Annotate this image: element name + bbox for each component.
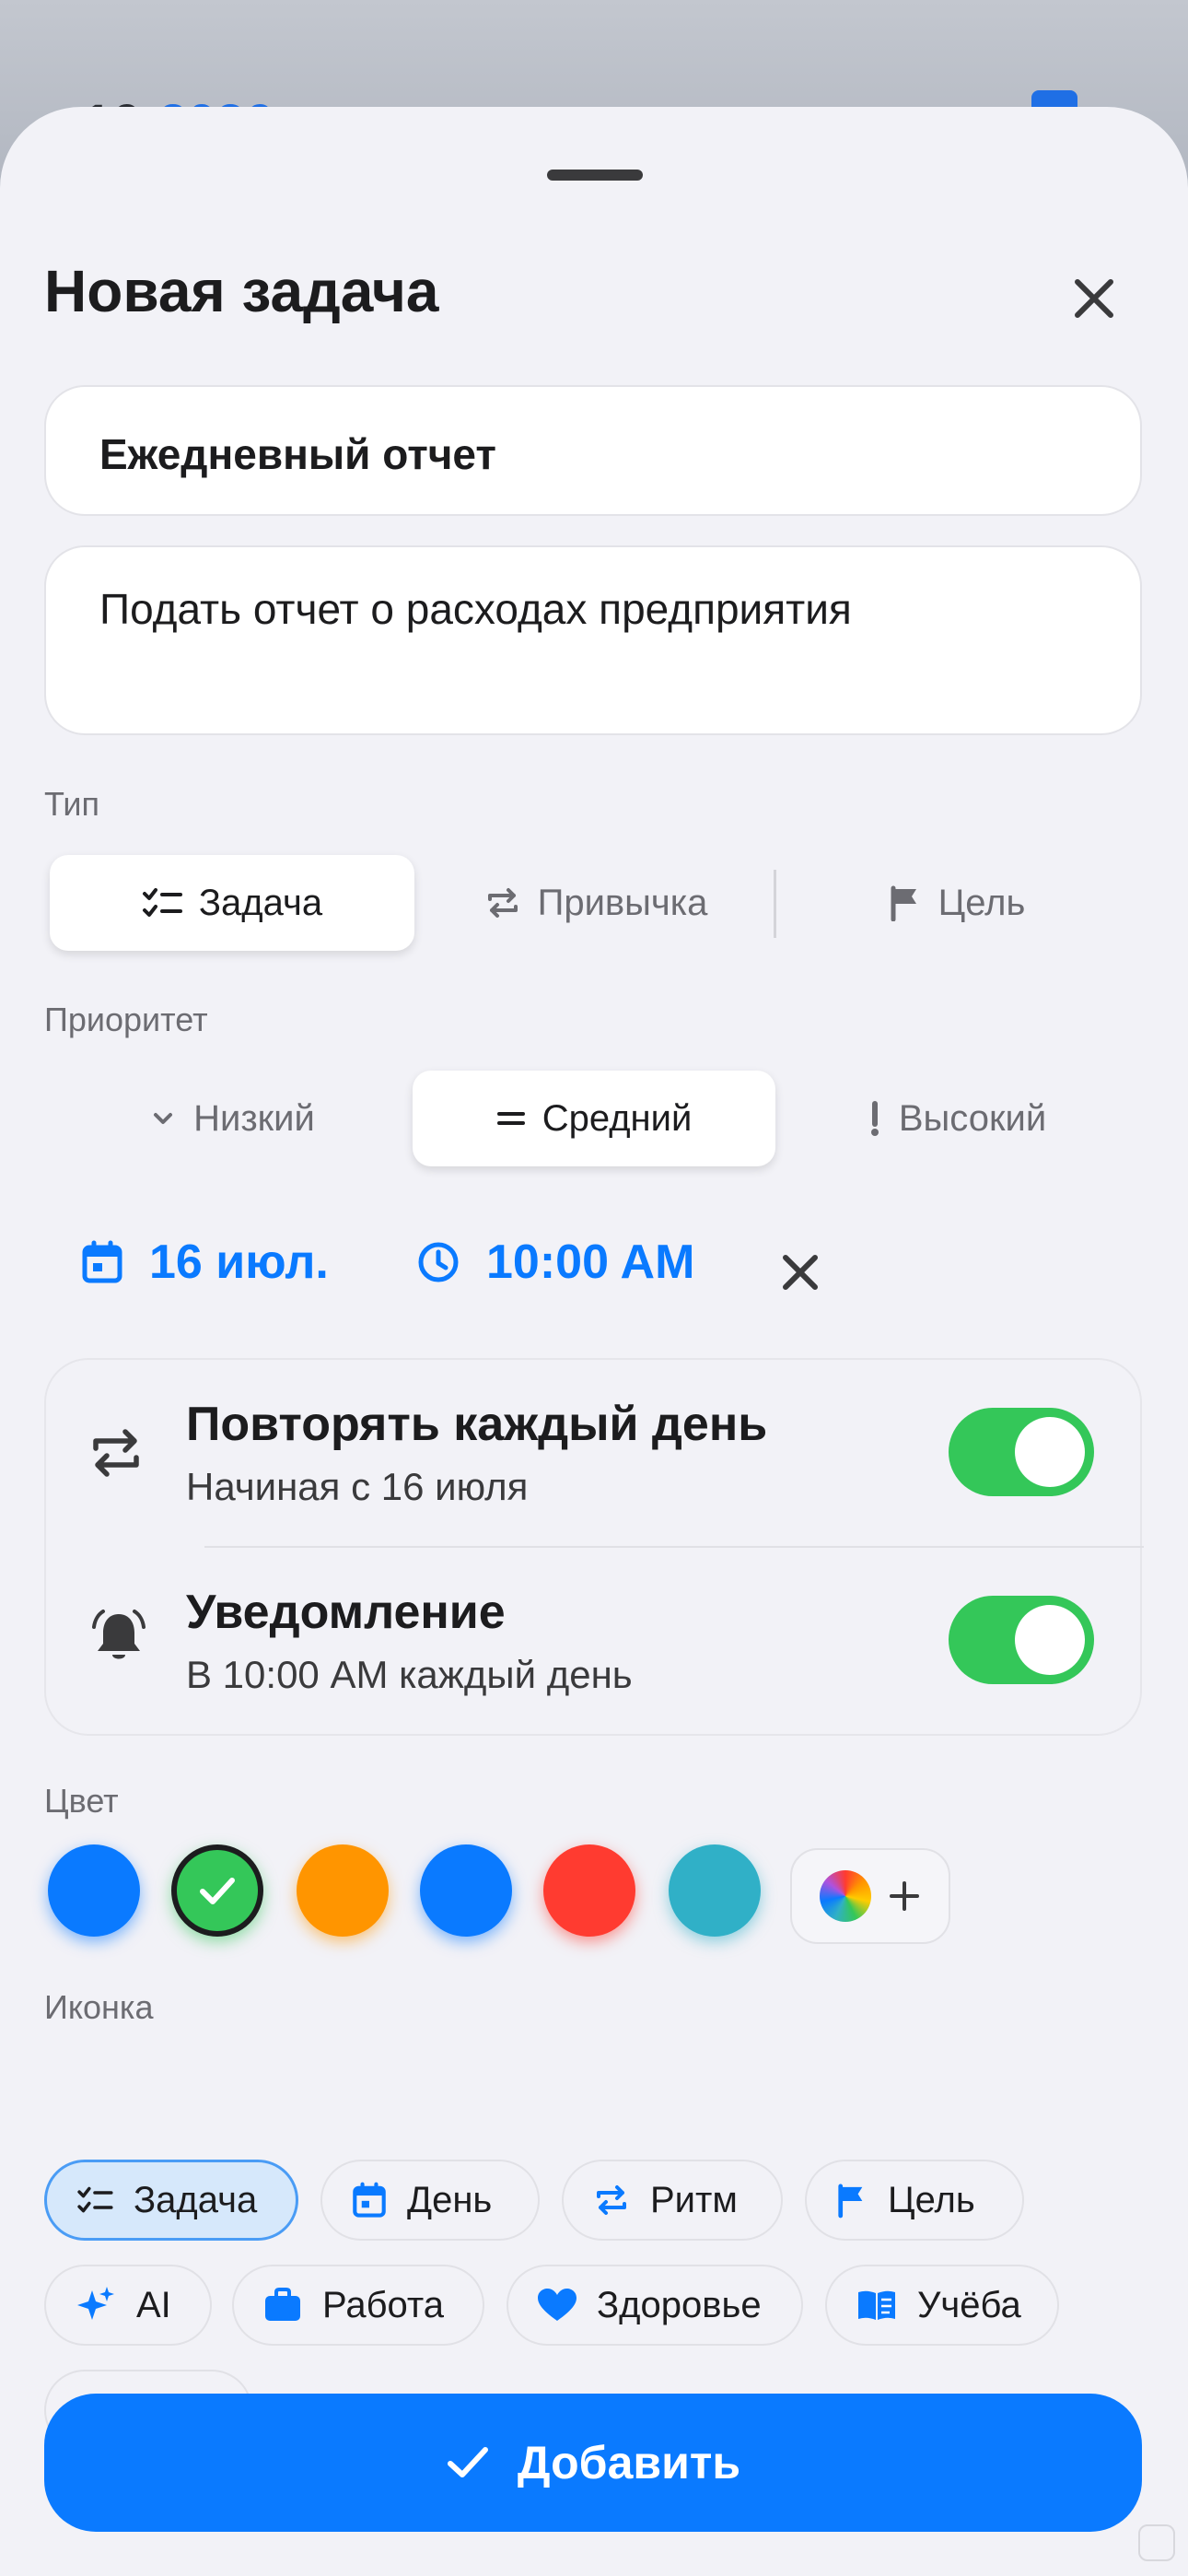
- icon-chip-label: Работа: [322, 2284, 444, 2325]
- heart-icon: [538, 2288, 577, 2323]
- color-swatch[interactable]: [48, 1844, 140, 1937]
- segment-divider: [774, 870, 776, 938]
- icon-chip-label: Цель: [888, 2179, 975, 2220]
- exclamation-icon: [870, 1101, 879, 1136]
- calendar-icon: [352, 2182, 387, 2219]
- date-value: 16 июл.: [149, 1235, 329, 1289]
- icon-chip-label: AI: [136, 2284, 171, 2325]
- clear-schedule-button[interactable]: [774, 1246, 827, 1299]
- checklist-icon: [142, 888, 182, 917]
- icon-chip-briefcase[interactable]: Работа: [232, 2265, 484, 2346]
- time-picker-button[interactable]: 10:00 AM: [416, 1235, 694, 1290]
- icon-chip-checklist[interactable]: Задача: [44, 2160, 298, 2241]
- repeat-icon: [487, 888, 518, 918]
- chevron-down-icon: [154, 1113, 173, 1124]
- task-title-input[interactable]: Ежедневный отчет: [44, 385, 1142, 516]
- icon-chip-flag[interactable]: Цель: [805, 2160, 1024, 2241]
- icon-chip-label: Ритм: [650, 2179, 738, 2220]
- icon-chip-label: День: [407, 2179, 493, 2220]
- repeat-title: Повторять каждый день: [186, 1398, 768, 1451]
- sheet-grabber[interactable]: [547, 170, 643, 181]
- bell-icon: [88, 1607, 149, 1668]
- task-description-input[interactable]: Подать отчет о расходах предприятия: [44, 545, 1142, 735]
- close-button[interactable]: [1065, 269, 1124, 328]
- toggle-knob: [1015, 1417, 1085, 1487]
- flag-icon: [836, 2182, 868, 2219]
- color-wheel-icon: [820, 1870, 871, 1922]
- clock-icon: [418, 1242, 459, 1282]
- color-label: Цвет: [44, 1782, 119, 1820]
- type-segmented-control: Задача Привычка Цель: [44, 855, 1142, 962]
- notification-subtitle: В 10:00 AM каждый день: [186, 1653, 633, 1696]
- recurrence-card: Повторять каждый день Начиная с 16 июля …: [44, 1358, 1144, 1736]
- toggle-knob: [1015, 1605, 1085, 1675]
- repeat-icon: [88, 1424, 144, 1481]
- notification-title: Уведомление: [186, 1586, 506, 1639]
- checkmark-icon: [200, 1878, 235, 1904]
- priority-segmented-control: Низкий Средний Высокий: [44, 1071, 1142, 1177]
- color-swatch[interactable]: [669, 1844, 761, 1937]
- type-option-goal[interactable]: Цель: [777, 855, 1136, 951]
- icon-chip-label: Учёба: [917, 2284, 1021, 2325]
- icon-chip-label: Задача: [134, 2179, 258, 2220]
- plus-icon: [890, 1881, 919, 1911]
- sheet-title: Новая задача: [44, 258, 439, 324]
- date-picker-button[interactable]: 16 июл.: [81, 1235, 329, 1290]
- calendar-icon: [82, 1240, 122, 1283]
- type-option-habit[interactable]: Привычка: [416, 855, 775, 951]
- checklist-icon: [76, 2185, 113, 2215]
- briefcase-icon: [263, 2288, 302, 2323]
- new-task-sheet: Новая задача Ежедневный отчет Подать отч…: [0, 107, 1188, 2576]
- row-divider: [204, 1546, 1144, 1548]
- priority-option-high[interactable]: Высокий: [777, 1071, 1136, 1166]
- close-icon: [783, 1255, 818, 1290]
- type-label: Тип: [44, 785, 100, 823]
- sparkles-icon: [76, 2285, 116, 2325]
- priority-option-medium[interactable]: Средний: [413, 1071, 775, 1166]
- repeat-subtitle: Начиная с 16 июля: [186, 1465, 529, 1508]
- color-swatch[interactable]: [171, 1844, 263, 1937]
- icon-chip-repeat[interactable]: Ритм: [562, 2160, 783, 2241]
- flag-icon: [891, 885, 916, 921]
- priority-option-low[interactable]: Низкий: [50, 1071, 414, 1166]
- repeat-icon: [593, 2182, 630, 2219]
- icon-chip-book[interactable]: Учёба: [825, 2265, 1059, 2346]
- task-title-value: Ежедневный отчет: [99, 430, 496, 478]
- time-value: 10:00 AM: [486, 1235, 695, 1289]
- icon-chip-heart[interactable]: Здоровье: [507, 2265, 803, 2346]
- book-icon: [856, 2289, 897, 2322]
- equals-icon: [496, 1112, 525, 1125]
- resize-handle: [1138, 2524, 1175, 2561]
- checkmark-icon: [447, 2447, 488, 2477]
- repeat-toggle[interactable]: [949, 1408, 1094, 1496]
- custom-color-button[interactable]: [790, 1848, 950, 1944]
- icon-chip-label: Здоровье: [597, 2284, 762, 2325]
- color-swatch[interactable]: [297, 1844, 389, 1937]
- color-swatch[interactable]: [543, 1844, 635, 1937]
- close-icon: [1075, 279, 1113, 318]
- task-description-value: Подать отчет о расходах предприятия: [99, 585, 852, 633]
- color-swatch[interactable]: [420, 1844, 512, 1937]
- icon-chip-calendar[interactable]: День: [320, 2160, 540, 2241]
- type-option-task[interactable]: Задача: [50, 855, 414, 951]
- priority-label: Приоритет: [44, 1001, 208, 1038]
- add-task-button[interactable]: Добавить: [44, 2394, 1142, 2532]
- notification-toggle[interactable]: [949, 1596, 1094, 1684]
- icon-chip-sparkles[interactable]: AI: [44, 2265, 212, 2346]
- icon-label: Иконка: [44, 1988, 154, 2026]
